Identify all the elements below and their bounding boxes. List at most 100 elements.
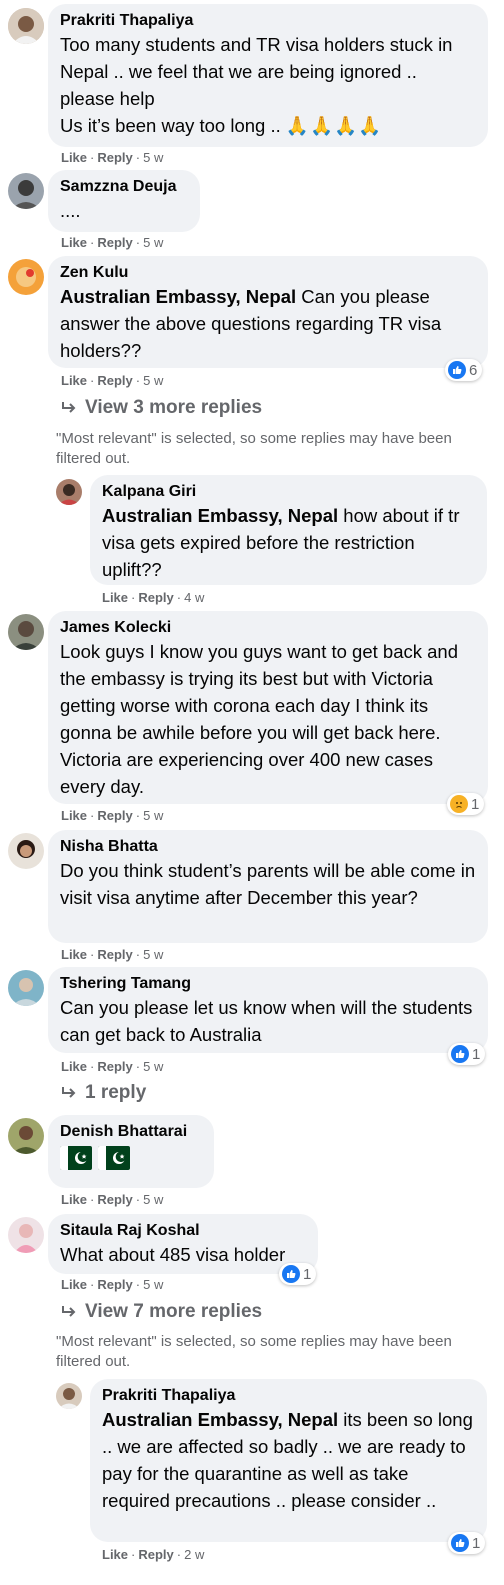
comment-bubble: Samzzna Deuja .... bbox=[48, 170, 200, 232]
avatar[interactable] bbox=[8, 833, 44, 869]
reaction-count: 1 bbox=[303, 1265, 312, 1283]
like-button[interactable]: Like bbox=[61, 1059, 87, 1074]
comment-bubble: Sitaula Raj Koshal What about 485 visa h… bbox=[48, 1214, 318, 1274]
reaction-count: 1 bbox=[472, 1534, 481, 1552]
comment-bubble: Denish Bhattarai bbox=[48, 1115, 214, 1188]
like-button[interactable]: Like bbox=[61, 235, 87, 250]
mention-link[interactable]: Australian Embassy, Nepal bbox=[60, 286, 296, 307]
comment-bubble: Zen Kulu Australian Embassy, Nepal Can y… bbox=[48, 256, 488, 368]
avatar[interactable] bbox=[8, 259, 44, 295]
comment-text: Can you please let us know when will the… bbox=[60, 997, 473, 1045]
reaction-summary[interactable]: 1 bbox=[279, 1263, 317, 1285]
avatar[interactable] bbox=[8, 1217, 44, 1253]
comment-actions: Like · Reply · 5 w bbox=[61, 1277, 164, 1292]
timestamp[interactable]: 5 w bbox=[143, 373, 163, 388]
comment-text: Too many students and TR visa holders st… bbox=[60, 34, 453, 136]
reply-button[interactable]: Reply bbox=[97, 808, 132, 823]
comment-author[interactable]: Tshering Tamang bbox=[60, 974, 476, 994]
timestamp[interactable]: 5 w bbox=[143, 1277, 163, 1292]
comment-author[interactable]: Nisha Bhatta bbox=[60, 837, 476, 857]
like-button[interactable]: Like bbox=[61, 808, 87, 823]
comment-author[interactable]: Zen Kulu bbox=[60, 263, 476, 283]
comment-author[interactable]: James Kolecki bbox=[60, 618, 476, 638]
view-more-replies[interactable]: View 3 more replies bbox=[61, 397, 262, 419]
reply-button[interactable]: Reply bbox=[97, 947, 132, 962]
comment-text: Australian Embassy, Nepal its been so lo… bbox=[102, 1409, 473, 1511]
filter-note: "Most relevant" is selected, so some rep… bbox=[56, 1333, 452, 1370]
like-button[interactable]: Like bbox=[61, 373, 87, 388]
timestamp[interactable]: 5 w bbox=[143, 808, 163, 823]
sad-reaction-icon bbox=[450, 795, 468, 813]
comment-bubble: Tshering Tamang Can you please let us kn… bbox=[48, 967, 488, 1053]
comment-text: Australian Embassy, Nepal how about if t… bbox=[102, 505, 460, 580]
reply-button[interactable]: Reply bbox=[97, 150, 132, 165]
mention-link[interactable]: Australian Embassy, Nepal bbox=[102, 505, 338, 526]
like-button[interactable]: Like bbox=[102, 1547, 128, 1562]
comment-actions: Like · Reply · 2 w bbox=[102, 1547, 205, 1562]
reaction-count: 6 bbox=[469, 361, 478, 379]
comment-actions: Like · Reply · 5 w bbox=[61, 373, 164, 388]
mention-link[interactable]: Australian Embassy, Nepal bbox=[102, 1409, 338, 1430]
avatar[interactable] bbox=[8, 8, 44, 44]
like-icon bbox=[282, 1265, 300, 1283]
reaction-summary[interactable]: 1 bbox=[447, 793, 485, 815]
view-more-replies[interactable]: View 7 more replies bbox=[61, 1301, 262, 1323]
reply-arrow-icon bbox=[62, 1306, 76, 1317]
avatar[interactable] bbox=[8, 614, 44, 650]
reaction-summary[interactable]: 1 bbox=[448, 1043, 486, 1065]
comment-author[interactable]: Sitaula Raj Koshal bbox=[60, 1221, 306, 1241]
comment-text: What about 485 visa holder bbox=[60, 1244, 286, 1265]
comment-text: Look guys I know you guys want to get ba… bbox=[60, 641, 458, 797]
comment-bubble: Prakriti Thapaliya Australian Embassy, N… bbox=[90, 1379, 487, 1542]
avatar[interactable] bbox=[56, 479, 82, 505]
reply-button[interactable]: Reply bbox=[97, 1192, 132, 1207]
timestamp[interactable]: 4 w bbox=[184, 590, 204, 605]
avatar[interactable] bbox=[8, 970, 44, 1006]
comment-author[interactable]: Prakriti Thapaliya bbox=[102, 1386, 475, 1406]
comment-thread: Prakriti Thapaliya Too many students and… bbox=[0, 0, 504, 1585]
comment-bubble: James Kolecki Look guys I know you guys … bbox=[48, 611, 488, 804]
like-button[interactable]: Like bbox=[61, 1192, 87, 1207]
comment-actions: Like · Reply · 5 w bbox=[61, 1192, 164, 1207]
pakistan-flag-icon bbox=[98, 1146, 130, 1170]
comment-actions: Like · Reply · 5 w bbox=[61, 235, 164, 250]
like-button[interactable]: Like bbox=[61, 1277, 87, 1292]
comment-actions: Like · Reply · 4 w bbox=[102, 590, 205, 605]
reply-button[interactable]: Reply bbox=[138, 1547, 173, 1562]
reply-button[interactable]: Reply bbox=[138, 590, 173, 605]
comment-text: Australian Embassy, Nepal Can you please… bbox=[60, 286, 442, 361]
timestamp[interactable]: 5 w bbox=[143, 1059, 163, 1074]
avatar[interactable] bbox=[56, 1383, 82, 1409]
comment-actions: Like · Reply · 5 w bbox=[61, 1059, 164, 1074]
pakistan-flag-icon bbox=[60, 1146, 92, 1170]
reply-button[interactable]: Reply bbox=[97, 1277, 132, 1292]
comment-author[interactable]: Samzzna Deuja bbox=[60, 177, 188, 197]
comment-author[interactable]: Denish Bhattarai bbox=[60, 1122, 202, 1142]
avatar[interactable] bbox=[8, 173, 44, 209]
comment-bubble: Nisha Bhatta Do you think student’s pare… bbox=[48, 830, 488, 943]
comment-actions: Like · Reply · 5 w bbox=[61, 947, 164, 962]
comment-author[interactable]: Kalpana Giri bbox=[102, 482, 475, 502]
like-button[interactable]: Like bbox=[102, 590, 128, 605]
timestamp[interactable]: 2 w bbox=[184, 1547, 204, 1562]
comment-bubble: Kalpana Giri Australian Embassy, Nepal h… bbox=[90, 475, 487, 585]
comment-author[interactable]: Prakriti Thapaliya bbox=[60, 11, 476, 31]
timestamp[interactable]: 5 w bbox=[143, 1192, 163, 1207]
reply-button[interactable]: Reply bbox=[97, 1059, 132, 1074]
view-replies[interactable]: 1 reply bbox=[61, 1082, 146, 1104]
timestamp[interactable]: 5 w bbox=[143, 150, 163, 165]
comment-text: Do you think student’s parents will be a… bbox=[60, 860, 476, 908]
reaction-summary[interactable]: 6 bbox=[445, 359, 483, 381]
like-button[interactable]: Like bbox=[61, 947, 87, 962]
comment-text: .... bbox=[60, 200, 81, 221]
reply-button[interactable]: Reply bbox=[97, 373, 132, 388]
reply-button[interactable]: Reply bbox=[97, 235, 132, 250]
reaction-summary[interactable]: 1 bbox=[448, 1532, 486, 1554]
reaction-count: 1 bbox=[471, 795, 480, 813]
timestamp[interactable]: 5 w bbox=[143, 235, 163, 250]
like-button[interactable]: Like bbox=[61, 150, 87, 165]
reaction-count: 1 bbox=[472, 1045, 481, 1063]
avatar[interactable] bbox=[8, 1118, 44, 1154]
timestamp[interactable]: 5 w bbox=[143, 947, 163, 962]
like-icon bbox=[451, 1534, 469, 1552]
